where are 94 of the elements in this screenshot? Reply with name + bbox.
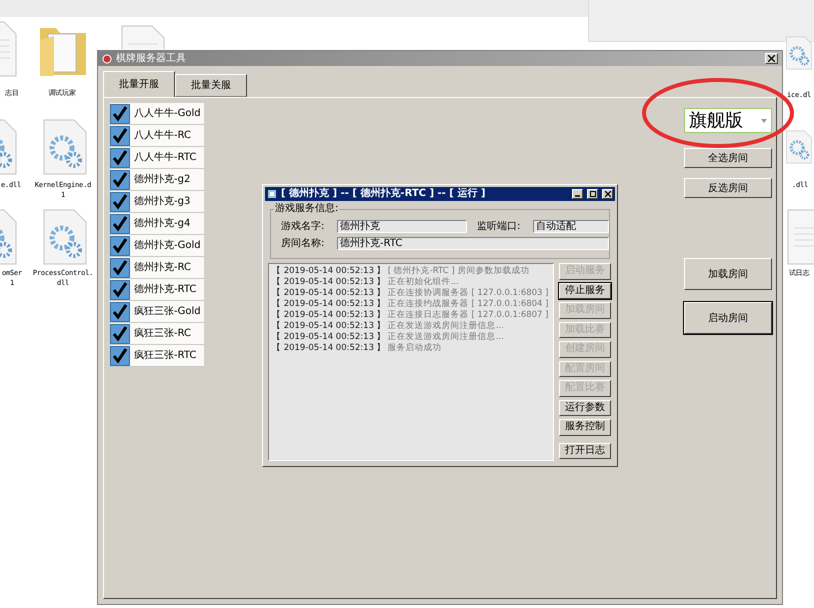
close-icon <box>604 191 610 197</box>
check-icon <box>112 106 128 122</box>
service-button[interactable]: 停止服务 <box>559 282 611 299</box>
room-label: 疯狂三张-RTC <box>134 348 196 363</box>
room-label: 德州扑克-Gold <box>134 238 201 253</box>
log-message: 正在连接约战服务器 [ 127.0.0.1:6804 ] <box>388 300 548 309</box>
room-checkbox-item[interactable]: 德州扑克-RTC <box>110 279 204 301</box>
log-time: 【 2019-05-14 00:52:13 】 <box>272 344 386 353</box>
room-checkbox-item[interactable]: 疯狂三张-RC <box>110 323 204 345</box>
field-label: 房间名称: <box>281 238 326 250</box>
checkbox[interactable] <box>110 148 130 168</box>
check-icon <box>112 304 128 320</box>
room-checkbox-item[interactable]: 疯狂三张-RTC <box>110 345 204 367</box>
room-checkbox-item[interactable]: 德州扑克-Gold <box>110 235 204 257</box>
checkbox[interactable] <box>110 280 130 300</box>
room-label: 德州扑克-RTC <box>134 282 196 297</box>
log-message: 正在发送游戏房间注册信息... <box>388 333 504 342</box>
action-button[interactable]: 反选房间 <box>684 178 772 198</box>
check-icon <box>112 172 128 188</box>
check-icon <box>112 128 128 144</box>
check-icon <box>112 194 128 210</box>
room-label: 德州扑克-g4 <box>134 216 190 231</box>
log-time: 【 2019-05-14 00:52:13 】 <box>272 311 386 320</box>
maximize-icon <box>590 191 596 197</box>
checkbox[interactable] <box>110 104 130 124</box>
check-icon <box>112 150 128 166</box>
room-label: 德州扑克-g3 <box>134 194 190 209</box>
checkbox[interactable] <box>110 214 130 234</box>
checkbox[interactable] <box>110 258 130 278</box>
room-label: 八人牛牛-Gold <box>134 106 201 121</box>
check-icon <box>112 216 128 232</box>
check-icon <box>112 326 128 342</box>
log-time: 【 2019-05-14 00:52:13 】 <box>272 333 386 342</box>
log-time: 【 2019-05-14 00:52:13 】 <box>272 300 386 309</box>
checkbox[interactable] <box>110 170 130 190</box>
room-checkbox-item[interactable]: 八人牛牛-RC <box>110 125 204 147</box>
room-checkbox-item[interactable]: 德州扑克-g3 <box>110 191 204 213</box>
room-label: 德州扑克-RC <box>134 260 192 275</box>
room-label: 疯狂三张-Gold <box>134 304 201 319</box>
log-time: 【 2019-05-14 00:52:13 】 <box>272 322 386 331</box>
action-button[interactable]: 启动房间 <box>684 302 772 334</box>
log-message: 正在连接协调服务器 [ 127.0.0.1:6803 ] <box>388 289 548 298</box>
check-icon <box>112 260 128 276</box>
action-button[interactable]: 全选房间 <box>684 148 772 168</box>
tab[interactable]: 批量开服 <box>103 71 175 97</box>
close-button[interactable] <box>602 189 613 199</box>
action-button[interactable]: 加载房间 <box>684 258 772 290</box>
caret-icon <box>761 118 767 122</box>
checkbox[interactable] <box>110 192 130 212</box>
check-icon <box>112 348 128 364</box>
checkbox[interactable] <box>110 236 130 256</box>
room-checkbox-item[interactable]: 德州扑克-RC <box>110 257 204 279</box>
check-icon <box>112 238 128 254</box>
window-title: 棋牌服务器工具 <box>116 54 186 64</box>
minimize-button[interactable] <box>572 189 583 199</box>
maximize-button[interactable] <box>587 189 598 199</box>
close-button[interactable] <box>765 53 778 64</box>
app-icon <box>267 189 277 199</box>
window-title: [ 德州扑克 ] -- [ 德州扑克-RTC ] -- [ 运行 ] <box>281 189 486 199</box>
service-button[interactable]: 运行参数 <box>559 400 611 416</box>
log-message: 正在连接日志服务器 [ 127.0.0.1:6807 ] <box>388 311 548 320</box>
field-value: 德州扑克 <box>337 220 467 233</box>
field-label: 游戏名字: <box>281 220 326 232</box>
close-icon <box>768 55 775 62</box>
field-label: 监听端口: <box>477 220 522 232</box>
service-button[interactable]: 服务控制 <box>559 419 611 436</box>
room-label: 八人牛牛-RTC <box>134 150 196 165</box>
checkbox[interactable] <box>110 346 130 366</box>
app-icon <box>102 54 112 64</box>
room-checkbox-item[interactable]: 八人牛牛-RTC <box>110 147 204 169</box>
field-value: 德州扑克-RTC <box>337 237 609 250</box>
log-time: 【 2019-05-14 00:52:13 】 <box>272 278 386 287</box>
room-checkbox-item[interactable]: 八人牛牛-Gold <box>110 103 204 125</box>
log-time: 【 2019-05-14 00:52:13 】 <box>272 289 386 298</box>
room-label: 疯狂三张-RC <box>134 326 192 341</box>
room-checkbox-item[interactable]: 德州扑克-g4 <box>110 213 204 235</box>
checkbox[interactable] <box>110 126 130 146</box>
room-checkbox-item[interactable]: 德州扑克-g2 <box>110 169 204 191</box>
field-value: 自动适配 <box>533 220 609 233</box>
log-message: 正在发送游戏房间注册信息... <box>388 322 504 331</box>
tab[interactable]: 批量关服 <box>175 74 247 97</box>
log-message: 服务启动成功 <box>388 344 442 353</box>
checkbox[interactable] <box>110 324 130 344</box>
checkbox[interactable] <box>110 302 130 322</box>
check-icon <box>112 282 128 298</box>
room-label: 德州扑克-g2 <box>134 172 190 187</box>
log-message: [ 德州扑克-RTC ] 房间参数加载成功 <box>388 267 530 276</box>
service-button[interactable]: 打开日志 <box>559 442 611 459</box>
room-label: 八人牛牛-RC <box>134 128 192 143</box>
room-checkbox-item[interactable]: 疯狂三张-Gold <box>110 301 204 323</box>
log-time: 【 2019-05-14 00:52:13 】 <box>272 267 386 276</box>
group-title: 游戏服务信息: <box>274 203 340 215</box>
log-message: 正在初始化组件... <box>388 278 459 287</box>
edition-dropdown[interactable]: 旗舰版 <box>684 108 772 133</box>
